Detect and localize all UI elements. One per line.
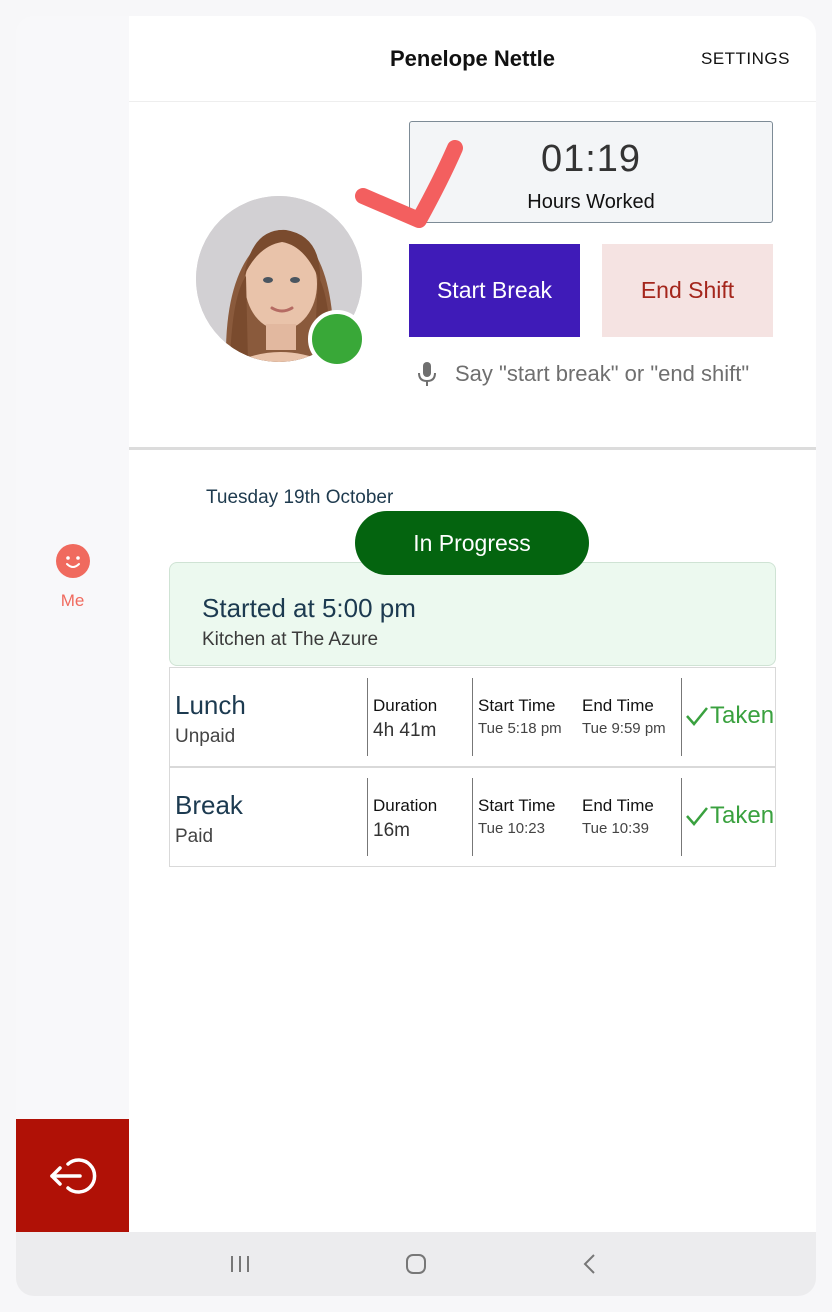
logout-icon [49,1157,96,1194]
end-time-label: End Time [582,696,654,715]
sidebar-item-me[interactable]: Me [16,544,129,611]
column-divider [367,678,368,756]
top-bar: Penelope Nettle SETTINGS [129,16,816,102]
recent-apps-icon [231,1256,249,1272]
sidebar: Me [16,16,129,1232]
column-divider [681,778,682,856]
start-time-label: Start Time [478,796,556,815]
main-panel: Penelope Nettle SETTINGS 01:19 Hours Wor… [129,16,816,1232]
end-shift-button[interactable]: End Shift [602,244,773,337]
end-time-value: Tue 10:39 [582,820,649,837]
shift-location: Kitchen at The Azure [202,629,379,650]
voice-hint: Say "start break" or "end shift" [415,360,749,388]
break-name: Lunch [175,690,246,720]
checkmark-icon [686,707,708,726]
home-button[interactable] [386,1232,446,1296]
end-time-label: End Time [582,796,654,815]
column-divider [472,678,473,756]
shift-start-time: Started at 5:00 pm [202,593,416,623]
column-divider [367,778,368,856]
shift-status-badge: In Progress [355,511,589,575]
system-nav-bar [16,1232,816,1296]
end-time-value: Tue 9:59 pm [582,720,666,737]
break-status: Taken [685,702,774,730]
device-screen: Me Penelope Nettle SETTINGS 01:19 Hours … [16,16,816,1296]
checkmark-annotation-icon [355,140,463,228]
microphone-icon [418,362,436,386]
sidebar-item-label: Me [60,591,85,610]
shift-date: Tuesday 19th October [206,487,394,508]
break-status-text: Taken [710,802,775,829]
smiley-face-icon [55,544,90,578]
duration-label: Duration [373,796,438,815]
break-name: Break [175,790,243,820]
settings-button[interactable]: SETTINGS [701,49,790,69]
break-status-text: Taken [710,702,775,729]
home-icon [406,1254,426,1274]
column-divider [681,678,682,756]
start-time-value: Tue 10:23 [478,820,545,837]
back-icon [583,1254,595,1274]
break-row: Break Paid Duration 16m Start Time Tue 1… [169,767,776,867]
logout-button[interactable] [16,1119,129,1232]
duration-label: Duration [373,696,438,715]
duration-value: 16m [373,820,410,841]
section-divider [129,447,816,450]
break-row: Lunch Unpaid Duration 4h 41m Start Time … [169,667,776,767]
shift-card: Started at 5:00 pm Kitchen at The Azure [169,562,776,666]
back-button[interactable] [560,1232,620,1296]
voice-hint-text: Say "start break" or "end shift" [455,361,750,386]
duration-value: 4h 41m [373,720,437,741]
online-status-indicator [308,310,366,368]
start-break-button[interactable]: Start Break [409,244,580,337]
start-time-value: Tue 5:18 pm [478,720,562,737]
column-divider [472,778,473,856]
recent-apps-button[interactable] [210,1232,270,1296]
start-time-label: Start Time [478,696,556,715]
break-type: Unpaid [175,726,236,747]
checkmark-icon [686,807,708,826]
break-type: Paid [175,826,214,847]
break-status: Taken [685,802,774,830]
